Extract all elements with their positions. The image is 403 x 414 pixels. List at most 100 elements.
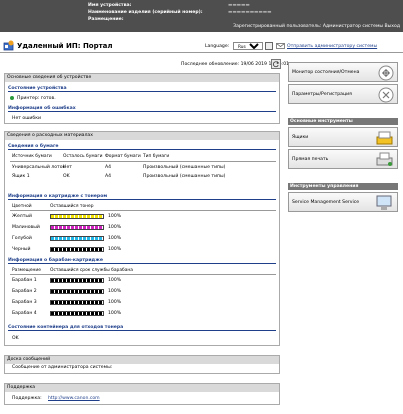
paper-cell: OK (63, 174, 70, 179)
toner-value: 100% (108, 214, 122, 219)
product-name-value: ▬▬▬▬▬▬▬▬▬▬ (228, 10, 272, 15)
status-ok-icon (10, 96, 14, 100)
mgmt-tools-header: Инструменты управления (288, 183, 398, 190)
location-label: Размещение: (88, 17, 124, 22)
error-info-value: Нет ошибки (12, 116, 42, 121)
mail-icon[interactable] (276, 43, 285, 49)
device-name-label: Имя устройства: (88, 3, 132, 8)
support-title: Поддержка (5, 384, 279, 392)
paper-cell: Нет (63, 165, 72, 170)
drum-level-fill (51, 301, 103, 304)
support-label: Поддержка: (12, 396, 42, 401)
drum-header-cell: Оставшийся срок службы барабана (50, 268, 133, 273)
status-monitor-label: Монитор состояния/Отмена (292, 70, 360, 75)
language-label: Language: (205, 44, 230, 49)
drum-level-fill (51, 290, 103, 293)
error-info-title: Информация об ошибках (8, 106, 276, 112)
paper-cell: A4 (105, 174, 112, 179)
direct-print-icon (376, 152, 393, 166)
direct-print-label: Прямая печать (292, 157, 329, 162)
drum-header-cell: Размещение (12, 268, 41, 273)
computer-icon (376, 195, 392, 210)
paper-info-title: Сведения о бумаге (8, 144, 276, 150)
language-select[interactable]: Russian (233, 42, 263, 50)
toner-level-bar (50, 236, 104, 241)
consumables-section-title: Сведения о расходных материалах (5, 132, 279, 140)
paper-cell: Универсальный лоток (12, 165, 66, 170)
toner-info-title: Информация о картридже с тонером (8, 194, 276, 200)
paper-header-rule (10, 161, 276, 162)
drum-name: Барабан 4 (12, 311, 37, 316)
inbox-button[interactable]: Ящики (288, 127, 398, 147)
toner-value: 100% (108, 236, 122, 241)
paper-cell: Произвольный (смешанные типы) (143, 165, 226, 170)
status-monitor-icon (378, 65, 394, 81)
drum-value: 100% (108, 289, 122, 294)
portal-titlebar: Удаленный ИП: Портал Language: Russian О… (0, 39, 403, 53)
paper-cell: Произвольный (смешанные типы) (143, 174, 226, 179)
support-link[interactable]: http://www.canon.com (48, 396, 100, 401)
paper-header-cell: Осталось бумаги (63, 154, 103, 159)
paper-header-cell: Формат бумаги (105, 154, 141, 159)
toner-level-fill (51, 237, 103, 240)
drum-level-bar (50, 278, 104, 283)
refresh-button[interactable] (271, 59, 281, 69)
toner-name: Черный (12, 247, 31, 252)
status-monitor-button[interactable]: Монитор состояния/Отмена (288, 62, 398, 82)
drum-header-rule (10, 274, 276, 275)
drum-level-fill (51, 279, 103, 282)
waste-toner-value: OK (12, 336, 19, 341)
inbox-label: Ящики (292, 135, 309, 140)
message-board-text: Сообщение от администратора системы: (12, 365, 113, 370)
drum-value: 100% (108, 311, 122, 316)
toner-name: Голубой (12, 236, 32, 241)
toner-level-bar (50, 247, 104, 252)
toner-level-fill (51, 215, 103, 218)
drum-name: Барабан 2 (12, 289, 37, 294)
paper-header-cell: Источник бумаги (12, 154, 52, 159)
toner-level-fill (51, 248, 103, 251)
paper-header-cell: Тип бумаги (143, 154, 170, 159)
service-management-button[interactable]: Service Management Service (288, 192, 398, 212)
drum-level-bar (50, 300, 104, 305)
mail-admin-link[interactable]: Отправить администратору системы (287, 44, 377, 49)
toner-value: 100% (108, 225, 122, 230)
refresh-icon (272, 61, 280, 68)
drum-level-fill (51, 312, 103, 315)
device-name-value: ▬▬▬▬▬ (228, 3, 250, 8)
portal-home-icon (3, 40, 14, 51)
paper-cell: A4 (105, 165, 112, 170)
message-board-title: Доска сообщений (5, 356, 279, 364)
settings-icon (378, 87, 394, 103)
waste-toner-title: Состояние контейнера для отходов тонера (8, 325, 276, 331)
drum-name: Барабан 3 (12, 300, 37, 305)
drum-name: Барабан 1 (12, 278, 37, 283)
toner-value: 100% (108, 247, 122, 252)
page-title: Удаленный ИП: Портал (17, 42, 113, 50)
direct-print-button[interactable]: Прямая печать (288, 149, 398, 169)
inbox-icon (376, 131, 393, 145)
support-section: Поддержка (4, 383, 280, 405)
drum-value: 100% (108, 278, 122, 283)
drum-level-bar (50, 289, 104, 294)
device-header: Имя устройства: ▬▬▬▬▬ Наименование издел… (0, 0, 403, 32)
device-status-section-title: Основные сведения об устройстве (5, 74, 279, 82)
consumables-section: Сведения о расходных материалах (4, 131, 280, 346)
settings-registration-button[interactable]: Параметры/Регистрация (288, 84, 398, 104)
toner-header-cell: Оставшийся тонер (50, 204, 94, 209)
toner-header-rule (10, 210, 276, 211)
user-logout-text[interactable]: Зарегистрированный пользователь: Админис… (233, 24, 400, 29)
drum-value: 100% (108, 300, 122, 305)
toner-header-cell: Цветной (12, 204, 32, 209)
product-name-label: Наименование изделия (серийный номер): (88, 10, 203, 15)
language-apply-button[interactable] (265, 42, 273, 50)
basic-tools-header: Основные инструменты (288, 118, 398, 125)
printer-status-text: Принтер: готов. (17, 96, 56, 101)
paper-cell: Ящик 1 (12, 174, 30, 179)
toner-level-bar (50, 214, 104, 219)
toner-name: Желтый (12, 214, 32, 219)
service-management-label: Service Management Service (292, 200, 360, 205)
settings-registration-label: Параметры/Регистрация (292, 92, 352, 97)
drum-info-title: Информация о барабан-картридже (8, 258, 276, 264)
device-status-title: Состояние устройства (8, 86, 276, 92)
